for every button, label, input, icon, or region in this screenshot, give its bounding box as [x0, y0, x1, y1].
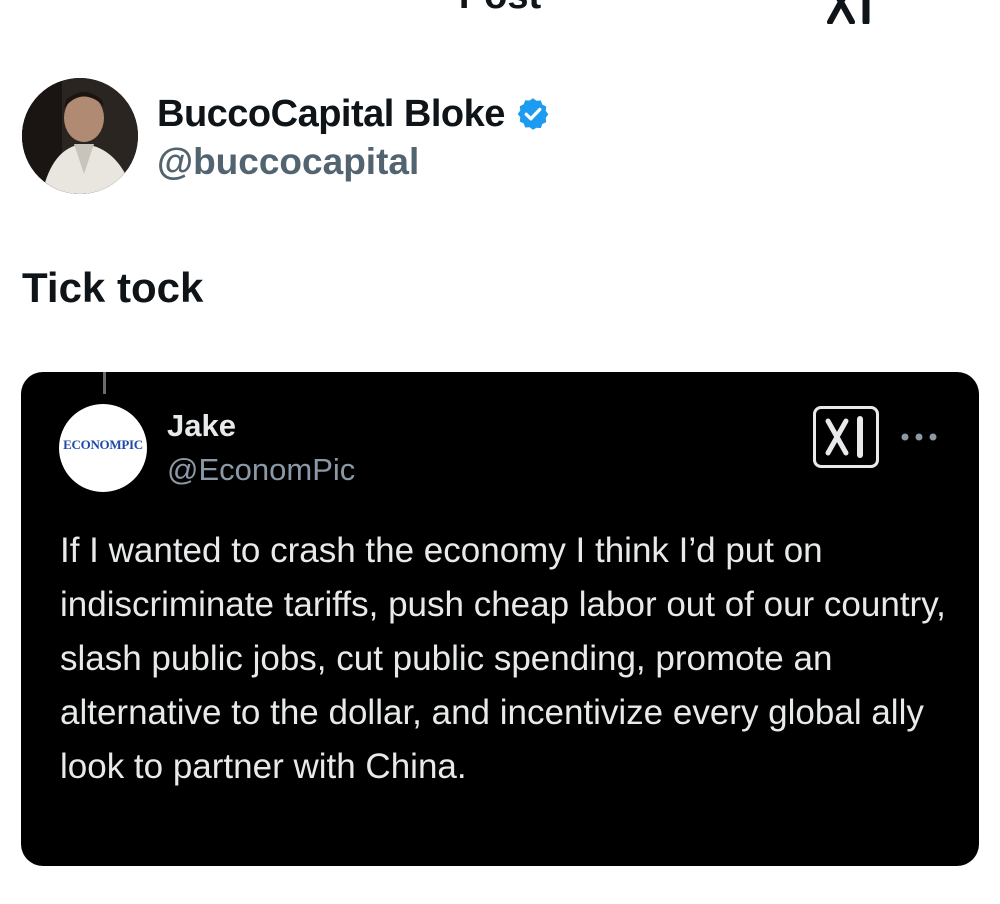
post-detail-page: Post BuccoCapital Bloke @buccocapital — [0, 0, 1000, 904]
avatar-photo — [22, 78, 138, 194]
more-horizontal-icon[interactable] — [902, 0, 962, 12]
grok-icon — [813, 406, 879, 468]
grok-icon[interactable] — [826, 0, 886, 24]
author-name[interactable]: BuccoCapital Bloke — [157, 92, 551, 136]
grok-glyph — [825, 416, 863, 458]
attached-image[interactable]: ECONOMPIC Jake @EconomPic If I wanted to… — [21, 372, 979, 866]
quoted-author-name: Jake — [167, 408, 236, 443]
quoted-avatar-logo-text: ECONOMPIC — [63, 437, 143, 452]
author-avatar[interactable] — [22, 78, 138, 194]
post-text: Tick tock — [22, 264, 204, 311]
quoted-author-handle: @EconomPic — [167, 452, 356, 487]
quoted-avatar: ECONOMPIC — [59, 404, 147, 492]
thread-line — [103, 372, 106, 394]
author-handle[interactable]: @buccocapital — [157, 140, 419, 184]
author-display-name: BuccoCapital Bloke — [157, 93, 505, 135]
top-bar: Post — [0, 0, 1000, 24]
verified-badge-icon — [517, 98, 549, 130]
quoted-post-text: If I wanted to crash the economy I think… — [60, 531, 946, 786]
more-horizontal-icon — [901, 433, 937, 441]
